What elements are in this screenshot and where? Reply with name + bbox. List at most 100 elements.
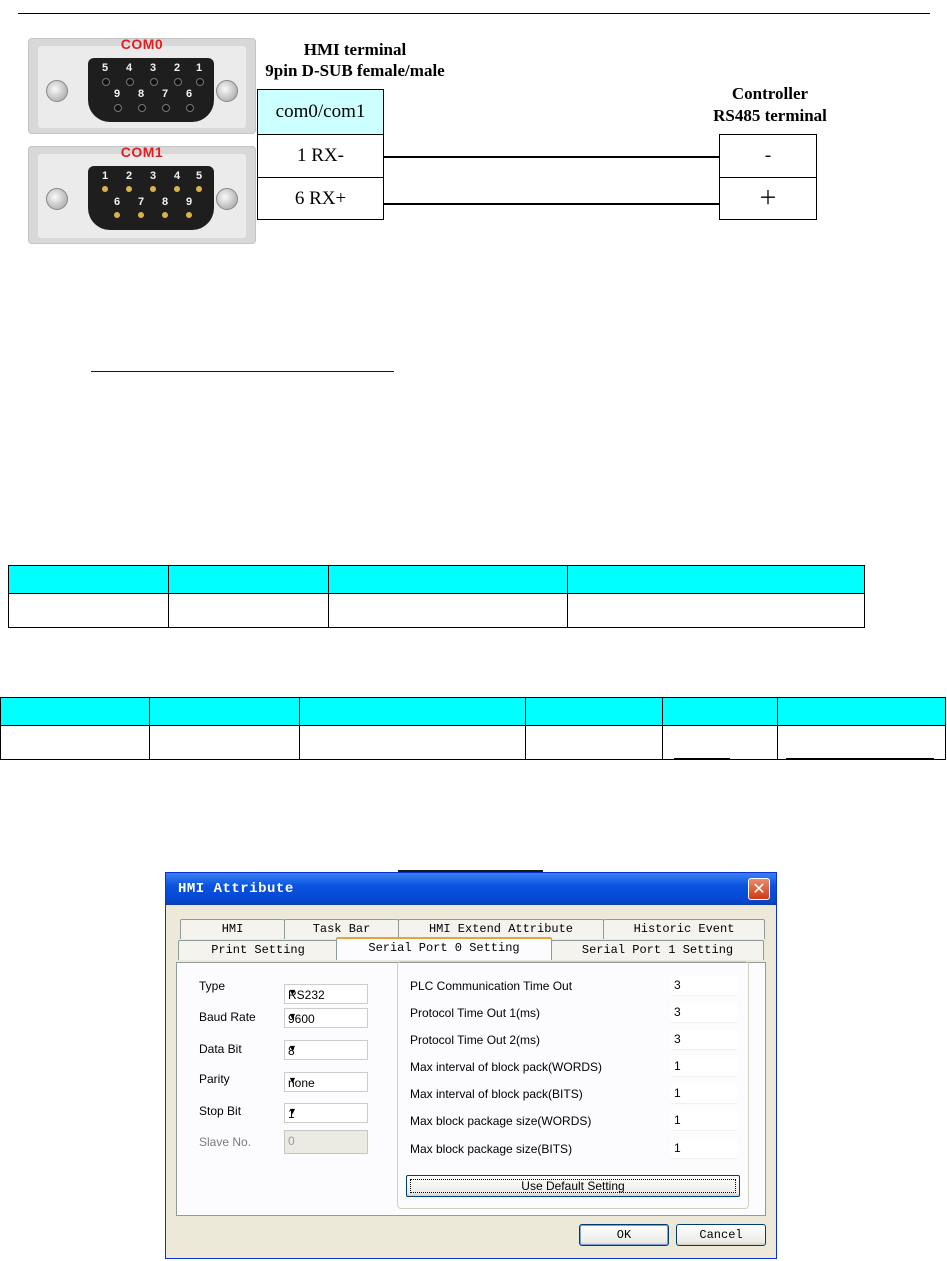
pin-hole-icon bbox=[186, 104, 194, 112]
wire-rx-minus bbox=[384, 156, 719, 158]
data-bit-select[interactable]: 8 ▼ bbox=[284, 1040, 368, 1060]
tab-task-bar[interactable]: Task Bar bbox=[284, 919, 399, 939]
pin-number: 4 bbox=[174, 170, 181, 182]
slave-no-value: 0 bbox=[288, 1134, 295, 1148]
type-label: Type bbox=[199, 979, 226, 993]
max-interval-bits-input[interactable]: 1 bbox=[671, 1084, 737, 1104]
pin-icon bbox=[126, 186, 132, 192]
max-block-bits-label: Max block package size(BITS) bbox=[410, 1142, 573, 1156]
dialog-titlebar: HMI Attribute ✕ bbox=[166, 873, 776, 905]
max-interval-bits-value: 1 bbox=[674, 1086, 681, 1100]
pin-number: 9 bbox=[114, 88, 121, 100]
hmi-title-line1: HMI terminal bbox=[303, 40, 407, 59]
table-header-cell bbox=[328, 565, 568, 594]
pin-hole-icon bbox=[114, 104, 122, 112]
max-block-words-input[interactable]: 1 bbox=[671, 1111, 737, 1131]
parity-label: Parity bbox=[199, 1072, 230, 1086]
max-interval-words-value: 1 bbox=[674, 1059, 681, 1073]
hyperlink-underline[interactable] bbox=[91, 371, 394, 372]
tab-print-setting[interactable]: Print Setting bbox=[178, 940, 338, 960]
tab-hmi-extend-attribute[interactable]: HMI Extend Attribute bbox=[398, 919, 604, 939]
focus-rect bbox=[410, 1179, 736, 1193]
com0-pin-face: 5 4 3 2 1 9 8 7 6 bbox=[88, 58, 214, 122]
baud-rate-label: Baud Rate bbox=[199, 1010, 256, 1024]
table-cell bbox=[0, 725, 150, 760]
pin-number: 2 bbox=[174, 62, 181, 74]
pin-number: 8 bbox=[138, 88, 145, 100]
settings-table-1 bbox=[8, 565, 865, 628]
controller-title-line1: Controller bbox=[731, 84, 809, 103]
max-block-words-label: Max block package size(WORDS) bbox=[410, 1114, 592, 1128]
pin-number: 9 bbox=[186, 196, 193, 208]
table-cell bbox=[168, 593, 329, 628]
dropdown-arrow-icon: ▼ bbox=[288, 1106, 297, 1116]
table-header-cell bbox=[567, 565, 865, 594]
pin-number: 7 bbox=[162, 88, 169, 100]
protocol-timeout-1-value: 3 bbox=[674, 1005, 681, 1019]
table-header-cell bbox=[0, 697, 150, 726]
ok-button[interactable]: OK bbox=[579, 1224, 669, 1246]
table-row bbox=[8, 593, 865, 628]
pin-number: 2 bbox=[126, 170, 133, 182]
baud-rate-select[interactable]: 9600 ▼ bbox=[284, 1008, 368, 1028]
pin-icon bbox=[196, 186, 202, 192]
hmi-com-header: com0/com1 bbox=[257, 89, 384, 135]
table-cell bbox=[299, 725, 526, 760]
pin-icon bbox=[162, 212, 168, 218]
com1-label: COM1 bbox=[120, 144, 164, 160]
max-interval-words-input[interactable]: 1 bbox=[671, 1057, 737, 1077]
table-header-cell bbox=[8, 565, 169, 594]
use-default-setting-button[interactable]: Use Default Setting bbox=[406, 1175, 740, 1197]
pin-number: 7 bbox=[138, 196, 145, 208]
max-interval-bits-label: Max interval of block pack(BITS) bbox=[410, 1087, 583, 1101]
screw-icon bbox=[216, 188, 238, 210]
table-header-cell bbox=[662, 697, 778, 726]
screw-icon bbox=[46, 188, 68, 210]
com1-pin-face: 1 2 3 4 5 6 7 8 9 bbox=[88, 166, 214, 230]
com0-label: COM0 bbox=[120, 36, 164, 52]
tab-hmi[interactable]: HMI bbox=[180, 919, 285, 939]
data-bit-label: Data Bit bbox=[199, 1042, 242, 1056]
hmi-pin-rx-minus: 1 RX- bbox=[257, 134, 384, 178]
tab-serial-port-1-setting[interactable]: Serial Port 1 Setting bbox=[551, 940, 764, 960]
close-x-icon[interactable]: ✕ bbox=[748, 878, 770, 900]
table-header-row bbox=[8, 565, 865, 594]
pin-icon bbox=[186, 212, 192, 218]
table-header-cell bbox=[168, 565, 329, 594]
controller-pin-minus: - bbox=[719, 134, 817, 178]
type-select[interactable]: RS232 ▼ bbox=[284, 984, 368, 1004]
pin-number: 8 bbox=[162, 196, 169, 208]
slave-no-label: Slave No. bbox=[199, 1135, 252, 1149]
max-block-words-value: 1 bbox=[674, 1113, 681, 1127]
pin-hole-icon bbox=[196, 78, 204, 86]
wire-rx-plus bbox=[384, 203, 719, 205]
hmi-title-line2: 9pin D-SUB female/male bbox=[265, 61, 445, 80]
tab-serial-port-0-setting[interactable]: Serial Port 0 Setting bbox=[336, 937, 552, 960]
pin-icon bbox=[102, 186, 108, 192]
protocol-timeout-2-value: 3 bbox=[674, 1032, 681, 1046]
pin-icon bbox=[174, 186, 180, 192]
pin-number: 5 bbox=[196, 170, 203, 182]
stop-bit-select[interactable]: 1 ▼ bbox=[284, 1103, 368, 1123]
protocol-timeout-1-input[interactable]: 3 bbox=[671, 1003, 737, 1023]
plc-timeout-value: 3 bbox=[674, 978, 681, 992]
screw-icon bbox=[46, 80, 68, 102]
hmi-attribute-dialog: HMI Attribute ✕ HMI Task Bar HMI Extend … bbox=[165, 872, 777, 1259]
parity-select[interactable]: none ▼ bbox=[284, 1072, 368, 1092]
pin-number: 6 bbox=[186, 88, 193, 100]
controller-title-line2: RS485 terminal bbox=[713, 106, 827, 125]
cell-underline bbox=[786, 758, 934, 759]
pin-number: 3 bbox=[150, 170, 157, 182]
screw-icon bbox=[216, 80, 238, 102]
tab-historic-event[interactable]: Historic Event bbox=[603, 919, 765, 939]
settings-table-2 bbox=[0, 697, 946, 760]
table-row bbox=[0, 725, 946, 760]
pin-number: 1 bbox=[102, 170, 109, 182]
pin-number: 5 bbox=[102, 62, 109, 74]
controller-pin-plus: ＋ bbox=[719, 177, 817, 220]
plc-timeout-input[interactable]: 3 bbox=[671, 976, 737, 996]
dropdown-arrow-icon: ▼ bbox=[288, 1043, 297, 1053]
cancel-button[interactable]: Cancel bbox=[676, 1224, 766, 1246]
max-block-bits-input[interactable]: 1 bbox=[671, 1139, 737, 1159]
protocol-timeout-2-input[interactable]: 3 bbox=[671, 1030, 737, 1050]
